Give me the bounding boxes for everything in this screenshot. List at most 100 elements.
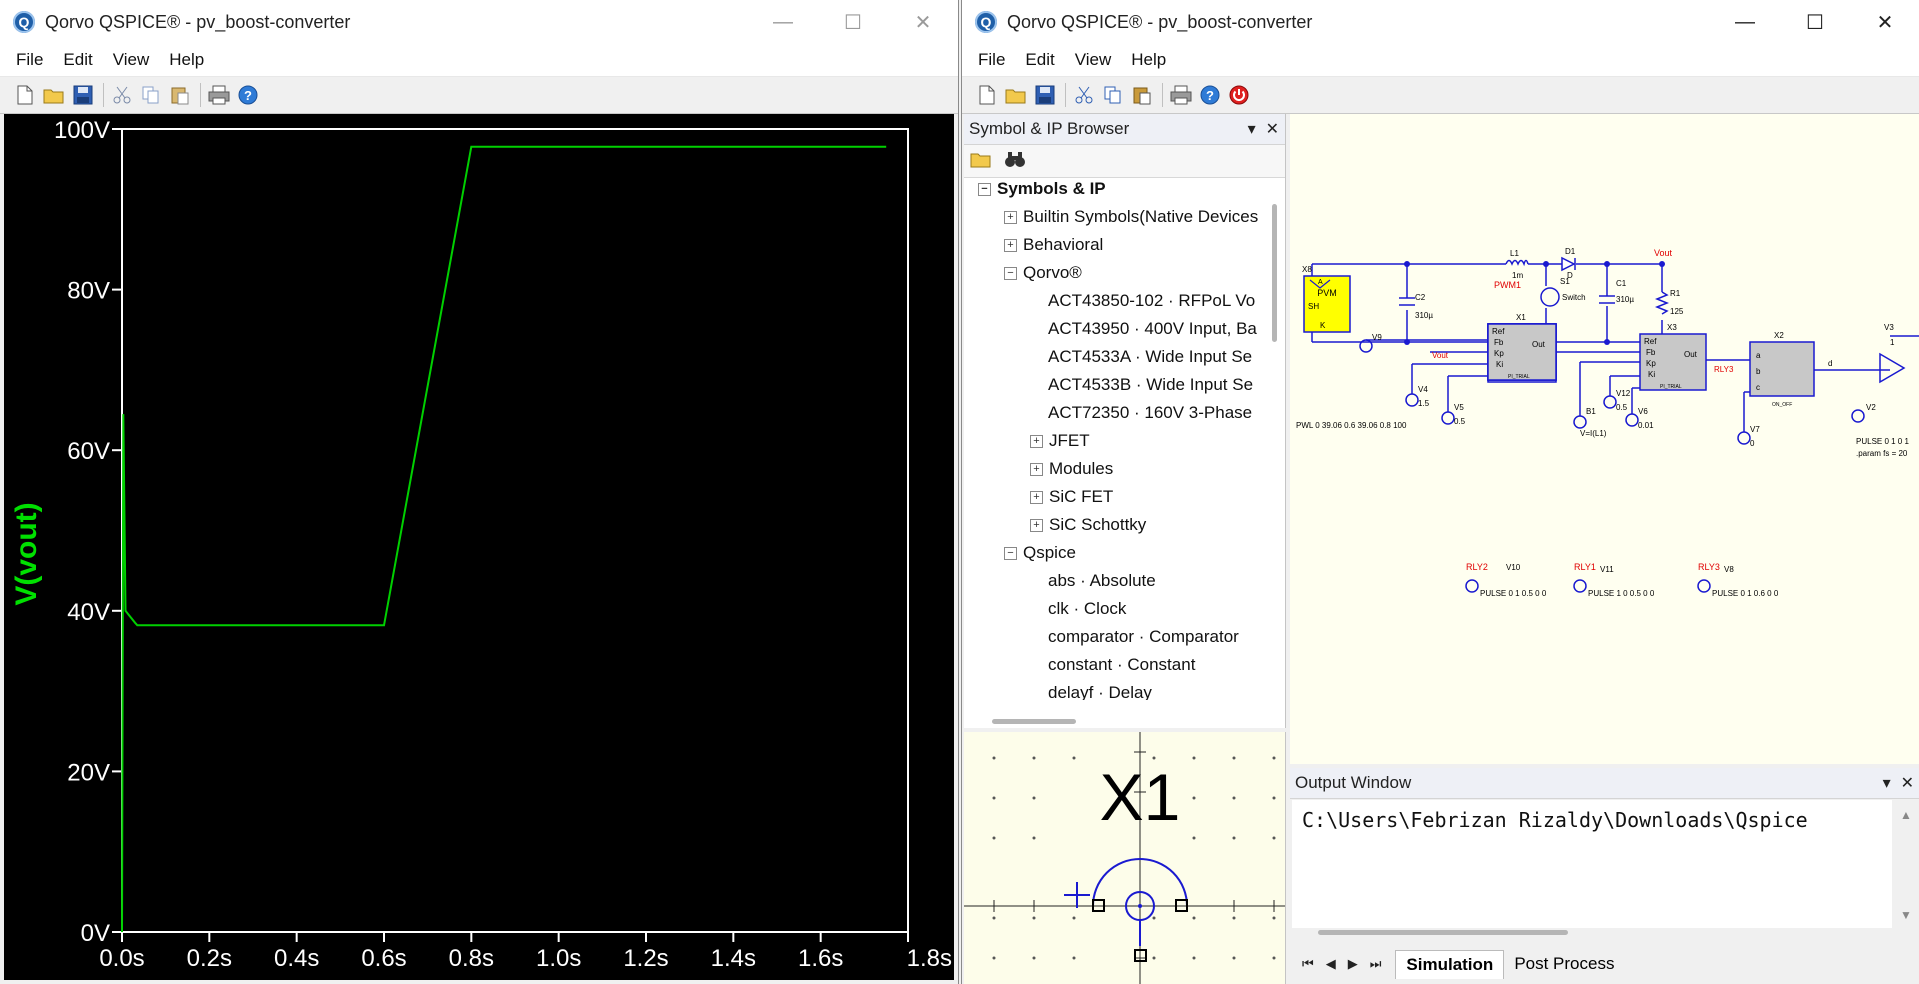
- next-tab-button[interactable]: ▶: [1348, 956, 1358, 972]
- tree-item[interactable]: constant · Constant: [1030, 652, 1195, 678]
- menu-bar: File Edit View Help: [962, 44, 1919, 77]
- open-folder-icon[interactable]: [970, 150, 992, 173]
- tree-item-label: ACT4533A · Wide Input Se: [1048, 347, 1253, 366]
- maximize-button[interactable]: ☐: [818, 0, 888, 44]
- expand-icon[interactable]: +: [1004, 238, 1017, 252]
- output-hscrollbar[interactable]: [1318, 930, 1568, 935]
- toolbar-separator: [1065, 83, 1066, 107]
- panel-dropdown-icon[interactable]: ▾: [1248, 119, 1256, 139]
- cut-icon[interactable]: [111, 84, 133, 106]
- C1-label: C1: [1616, 279, 1627, 288]
- x1-pin-ki: Ki: [1496, 360, 1503, 369]
- tab-post-process[interactable]: Post Process: [1504, 950, 1624, 978]
- tree-item[interactable]: − Symbols & IP: [978, 180, 1106, 202]
- tree-item-label: JFET: [1049, 431, 1090, 450]
- tree-item[interactable]: + Behavioral: [1004, 232, 1103, 258]
- print-icon[interactable]: [1170, 84, 1192, 106]
- close-button[interactable]: ✕: [1850, 0, 1919, 44]
- tree-item[interactable]: ACT43850-102 · RFPoL Vo: [1030, 288, 1255, 314]
- paste-icon[interactable]: [1131, 84, 1153, 106]
- tree-item[interactable]: + SiC Schottky: [1030, 512, 1146, 538]
- tree-item[interactable]: + JFET: [1030, 428, 1090, 454]
- V8-label: V8: [1724, 565, 1734, 574]
- expand-icon[interactable]: +: [1030, 434, 1043, 448]
- tree-item[interactable]: + Builtin Symbols(Native Devices: [1004, 204, 1258, 230]
- menu-file[interactable]: File: [968, 50, 1015, 70]
- save-icon[interactable]: [72, 84, 94, 106]
- open-folder-icon[interactable]: [1005, 84, 1027, 106]
- scroll-up-icon[interactable]: ▲: [1900, 808, 1912, 822]
- V3-value: 1: [1890, 338, 1895, 347]
- symbol-tree[interactable]: − Symbols & IP + Builtin Symbols(Native Dev…: [964, 180, 1266, 700]
- tree-item[interactable]: − Qspice: [1004, 540, 1076, 566]
- tree-item[interactable]: + SiC FET: [1030, 484, 1113, 510]
- schematic-canvas[interactable]: PVM SH A K X8 L1 1m D1 D C1 310µ C2 310µ…: [1290, 114, 1919, 764]
- y-tick-label: 80V: [67, 278, 110, 305]
- open-folder-icon[interactable]: [43, 84, 65, 106]
- menu-view[interactable]: View: [103, 50, 160, 70]
- new-file-icon[interactable]: [976, 84, 998, 106]
- output-text-area[interactable]: C:\Users\Febrizan Rizaldy\Downloads\Qspi…: [1292, 800, 1892, 928]
- y-tick-label: 100V: [54, 117, 110, 144]
- expand-icon[interactable]: +: [1030, 462, 1043, 476]
- cut-icon[interactable]: [1073, 84, 1095, 106]
- first-tab-button[interactable]: ⏮: [1302, 956, 1314, 972]
- tree-item[interactable]: clk · Clock: [1030, 596, 1126, 622]
- menu-view[interactable]: View: [1065, 50, 1122, 70]
- waveform-plot[interactable]: 0V 20V 40V 60V 80V 100V 0.0s 0.2s 0.4s 0.6s 0.8s 1…: [4, 114, 954, 980]
- collapse-icon[interactable]: −: [1004, 546, 1017, 560]
- save-icon[interactable]: [1034, 84, 1056, 106]
- expand-icon[interactable]: +: [1030, 518, 1043, 532]
- menu-file[interactable]: File: [6, 50, 53, 70]
- x-tick-label: 1.4s: [711, 945, 756, 972]
- halt-icon[interactable]: [1228, 84, 1250, 106]
- expand-icon[interactable]: +: [1030, 490, 1043, 504]
- tree-item[interactable]: comparator · Comparator: [1030, 624, 1239, 650]
- panel-dropdown-icon[interactable]: ▾: [1883, 773, 1891, 793]
- minimize-button[interactable]: —: [1710, 0, 1780, 44]
- scroll-down-icon[interactable]: ▼: [1900, 908, 1912, 922]
- collapse-icon[interactable]: −: [978, 182, 991, 196]
- menu-help[interactable]: Help: [159, 50, 214, 70]
- tree-item[interactable]: ACT43950 · 400V Input, Ba: [1030, 316, 1257, 342]
- V7-value: 0: [1750, 439, 1755, 448]
- prev-tab-button[interactable]: ◀: [1326, 956, 1336, 972]
- menu-edit[interactable]: Edit: [53, 50, 102, 70]
- tree-item[interactable]: ACT4533A · Wide Input Se: [1030, 344, 1252, 370]
- panel-title: Symbol & IP Browser: [969, 119, 1130, 138]
- help-icon[interactable]: ?: [1199, 84, 1221, 106]
- binoculars-icon[interactable]: [1004, 150, 1026, 173]
- panel-close-icon[interactable]: ✕: [1266, 119, 1279, 139]
- expand-icon[interactable]: +: [1004, 210, 1017, 224]
- copy-icon[interactable]: [1102, 84, 1124, 106]
- horizontal-scrollbar[interactable]: [992, 719, 1076, 724]
- copy-icon[interactable]: [140, 84, 162, 106]
- x-tick-label: 0.0s: [99, 945, 144, 972]
- panel-close-icon[interactable]: ✕: [1901, 773, 1914, 793]
- help-icon[interactable]: ?: [237, 84, 259, 106]
- tree-item[interactable]: − Qorvo®: [1004, 260, 1082, 286]
- tree-item[interactable]: ACT4533B · Wide Input Se: [1030, 372, 1253, 398]
- x1-pin-out: Out: [1532, 340, 1546, 349]
- minimize-button[interactable]: —: [748, 0, 818, 44]
- collapse-icon[interactable]: −: [1004, 266, 1017, 280]
- maximize-button[interactable]: ☐: [1780, 0, 1850, 44]
- vertical-scrollbar[interactable]: [1272, 204, 1277, 342]
- tree-item[interactable]: + Modules: [1030, 456, 1113, 482]
- tree-item[interactable]: ACT72350 · 160V 3-Phase: [1030, 400, 1252, 426]
- menu-edit[interactable]: Edit: [1015, 50, 1064, 70]
- R1-label: R1: [1670, 289, 1681, 298]
- x2-type: ON_OFF: [1772, 402, 1792, 408]
- close-button[interactable]: ✕: [888, 0, 958, 44]
- tree-item[interactable]: delayf · Delay: [1030, 680, 1152, 700]
- paste-icon[interactable]: [169, 84, 191, 106]
- x3-pin-ki: Ki: [1648, 370, 1655, 379]
- tab-simulation[interactable]: Simulation: [1395, 949, 1505, 979]
- pulse-right: PULSE 0 1 0 1: [1856, 437, 1909, 446]
- last-tab-button[interactable]: ⏭: [1370, 956, 1382, 972]
- tree-item[interactable]: abs · Absolute: [1030, 568, 1156, 594]
- menu-help[interactable]: Help: [1121, 50, 1176, 70]
- waveform-chart: 0V 20V 40V 60V 80V 100V 0.0s 0.2s 0.4s 0.6s 0.8s 1…: [10, 117, 952, 972]
- print-icon[interactable]: [208, 84, 230, 106]
- new-file-icon[interactable]: [14, 84, 36, 106]
